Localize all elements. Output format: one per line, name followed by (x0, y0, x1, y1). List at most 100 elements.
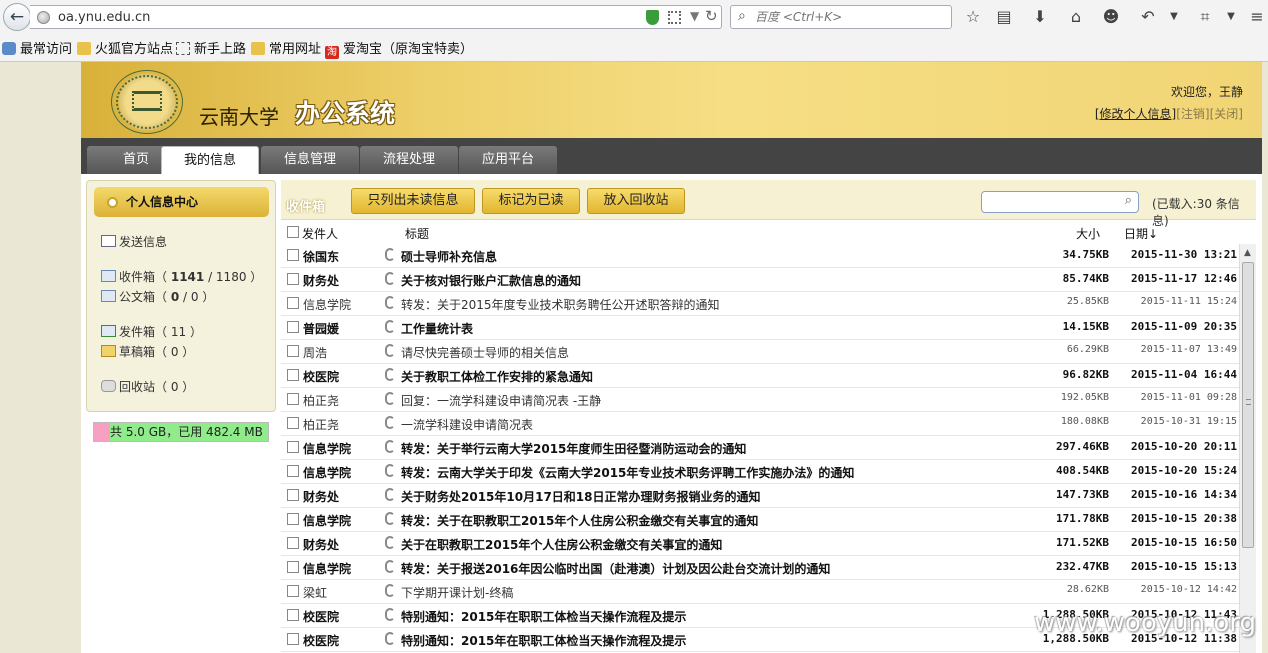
sidebar-item-drafts[interactable]: 草稿箱（ 0 ） (101, 343, 194, 360)
row-checkbox[interactable] (287, 273, 299, 285)
row-checkbox[interactable] (287, 321, 299, 333)
col-size[interactable]: 大小 (1076, 225, 1100, 242)
message-subject[interactable]: 转发：关于在职教职工2015年个人住房公积金缴交有关事宜的通知 (401, 512, 758, 529)
sidebar-item-inbox[interactable]: 收件箱（ 1141 / 1180 ） (101, 268, 262, 285)
move-to-recycle-button[interactable]: 放入回收站 (587, 188, 685, 214)
download-icon[interactable]: ⬇ (1029, 6, 1051, 28)
sidebar-item-documents[interactable]: 公文箱（ 0 / 0 ） (101, 288, 214, 305)
row-checkbox[interactable] (287, 465, 299, 477)
bookmark-getting-started[interactable]: 新手上路 (176, 41, 246, 59)
mark-read-button[interactable]: 标记为已读 (482, 188, 580, 214)
col-subject[interactable]: 标题 (405, 225, 429, 242)
col-date[interactable]: 日期↓ (1124, 225, 1158, 242)
bookmark-firefox-site[interactable]: 火狐官方站点 (77, 41, 173, 59)
col-from[interactable]: 发件人 (302, 225, 338, 242)
message-from[interactable]: 柏正尧 (303, 416, 339, 433)
search-bar[interactable]: ⌕ (730, 5, 952, 29)
message-from[interactable]: 校医院 (303, 632, 339, 649)
message-from[interactable]: 梁虹 (303, 584, 327, 601)
select-all-checkbox[interactable] (287, 226, 299, 238)
row-checkbox[interactable] (287, 369, 299, 381)
message-from[interactable]: 校医院 (303, 368, 339, 385)
table-row[interactable]: 柏正尧 一流学科建设申请简况表 180.08KB 2015-10-31 19:15 (281, 412, 1239, 436)
message-from[interactable]: 柏正尧 (303, 392, 339, 409)
back-button[interactable]: ← (3, 3, 31, 31)
row-checkbox[interactable] (287, 561, 299, 573)
row-checkbox[interactable] (287, 297, 299, 309)
message-subject[interactable]: 关于核对银行账户汇款信息的通知 (401, 272, 581, 289)
table-row[interactable]: 梁虹 下学期开课计划-终稿 28.62KB 2015-10-12 14:42 (281, 580, 1239, 604)
row-checkbox[interactable] (287, 417, 299, 429)
table-row[interactable]: 财务处 关于核对银行账户汇款信息的通知 85.74KB 2015-11-17 12:4… (281, 268, 1239, 292)
message-from[interactable]: 信息学院 (303, 560, 351, 577)
message-subject[interactable]: 特别通知：2015年在职职工体检当天操作流程及提示 (401, 632, 686, 649)
message-from[interactable]: 信息学院 (303, 296, 351, 313)
message-from[interactable]: 校医院 (303, 608, 339, 625)
table-row[interactable]: 财务处 关于在职教职工2015年个人住房公积金缴交有关事宜的通知 171.52KB 2… (281, 532, 1239, 556)
message-subject[interactable]: 一流学科建设申请简况表 (401, 416, 533, 433)
inbox-search-box[interactable]: ⌕ (981, 191, 1139, 213)
message-subject[interactable]: 请尽快完善硕士导师的相关信息 (401, 344, 569, 361)
message-from[interactable]: 周浩 (303, 344, 327, 361)
history-dropdown-icon[interactable]: ▼ (690, 9, 699, 23)
sidebar-title[interactable]: 个人信息中心 (94, 187, 269, 217)
message-from[interactable]: 财务处 (303, 536, 339, 553)
reload-icon[interactable]: ↻ (705, 7, 718, 25)
logout-link[interactable]: [注销] (1176, 107, 1209, 121)
message-subject[interactable]: 回复：一流学科建设申请简况表 -王静 (401, 392, 601, 409)
row-checkbox[interactable] (287, 585, 299, 597)
unread-only-button[interactable]: 只列出未读信息 (351, 188, 475, 214)
table-row[interactable]: 信息学院 转发：关于在职教职工2015年个人住房公积金缴交有关事宜的通知 171.7… (281, 508, 1239, 532)
sidebar-item-outbox[interactable]: 发件箱（ 11 ） (101, 323, 202, 340)
row-checkbox[interactable] (287, 489, 299, 501)
row-checkbox[interactable] (287, 609, 299, 621)
shield-icon[interactable] (646, 10, 659, 25)
table-row[interactable]: 信息学院 转发：关于报送2016年因公临时出国（赴港澳）计划及因公赴台交流计划的通… (281, 556, 1239, 580)
search-icon[interactable]: ⌕ (1125, 193, 1132, 208)
bookmark-common-sites[interactable]: 常用网址 (251, 41, 321, 59)
table-row[interactable]: 信息学院 转发：关于2015年度专业技术职务聘任公开述职答辩的通知 25.85KB 2… (281, 292, 1239, 316)
row-checkbox[interactable] (287, 441, 299, 453)
chat-icon[interactable]: ☻ (1100, 6, 1122, 28)
qr-code-icon[interactable] (668, 11, 681, 24)
table-row[interactable]: 信息学院 转发：关于举行云南大学2015年度师生田径暨消防运动会的通知 297.46… (281, 436, 1239, 460)
row-checkbox[interactable] (287, 345, 299, 357)
sidebar-item-recycle-bin[interactable]: 回收站（ 0 ） (101, 378, 194, 395)
scroll-thumb[interactable] (1242, 262, 1254, 548)
message-from[interactable]: 信息学院 (303, 512, 351, 529)
undo-icon[interactable]: ↶ (1137, 6, 1159, 28)
message-subject[interactable]: 转发：云南大学关于印发《云南大学2015年专业技术职务评聘工作实施办法》的通知 (401, 464, 854, 481)
message-from[interactable]: 普园媛 (303, 320, 339, 337)
row-checkbox[interactable] (287, 249, 299, 261)
home-icon[interactable]: ⌂ (1065, 6, 1087, 28)
tab-my-info[interactable]: 我的信息 (161, 146, 259, 174)
bookmark-aitaobao[interactable]: 淘爱淘宝（原淘宝特卖） (325, 41, 473, 59)
row-checkbox[interactable] (287, 537, 299, 549)
search-input[interactable] (755, 8, 945, 26)
message-subject[interactable]: 关于财务处2015年10月17日和18日正常办理财务报销业务的通知 (401, 488, 761, 505)
message-subject[interactable]: 下学期开课计划-终稿 (401, 584, 513, 601)
close-link[interactable]: [关闭] (1210, 107, 1243, 121)
bookmark-star-icon[interactable]: ☆ (962, 6, 984, 28)
row-checkbox[interactable] (287, 393, 299, 405)
tab-workflow[interactable]: 流程处理 (360, 146, 458, 174)
table-row[interactable]: 财务处 关于财务处2015年10月17日和18日正常办理财务报销业务的通知 147.… (281, 484, 1239, 508)
table-row[interactable]: 普园媛 工作量统计表 14.15KB 2015-11-09 20:35 (281, 316, 1239, 340)
table-row[interactable]: 徐国东 硕士导师补充信息 34.75KB 2015-11-30 13:21 (281, 244, 1239, 268)
message-subject[interactable]: 转发：关于2015年度专业技术职务聘任公开述职答辩的通知 (401, 296, 720, 313)
message-subject[interactable]: 硕士导师补充信息 (401, 248, 497, 265)
tab-info-management[interactable]: 信息管理 (261, 146, 359, 174)
edit-profile-link[interactable]: [修改个人信息] (1095, 107, 1176, 121)
row-checkbox[interactable] (287, 513, 299, 525)
message-from[interactable]: 信息学院 (303, 440, 351, 457)
message-subject[interactable]: 工作量统计表 (401, 320, 473, 337)
message-subject[interactable]: 关于在职教职工2015年个人住房公积金缴交有关事宜的通知 (401, 536, 722, 553)
sidebar-item-send[interactable]: 发送信息 (101, 233, 167, 250)
table-row[interactable]: 周浩 请尽快完善硕士导师的相关信息 66.29KB 2015-11-07 13:49 (281, 340, 1239, 364)
message-from[interactable]: 财务处 (303, 272, 339, 289)
row-checkbox[interactable] (287, 633, 299, 645)
message-from[interactable]: 财务处 (303, 488, 339, 505)
url-bar[interactable]: oa.ynu.edu.cn ▼ ↻ (30, 5, 722, 29)
message-subject[interactable]: 转发：关于报送2016年因公临时出国（赴港澳）计划及因公赴台交流计划的通知 (401, 560, 830, 577)
message-list-scrollbar[interactable]: ▲ (1239, 244, 1256, 653)
